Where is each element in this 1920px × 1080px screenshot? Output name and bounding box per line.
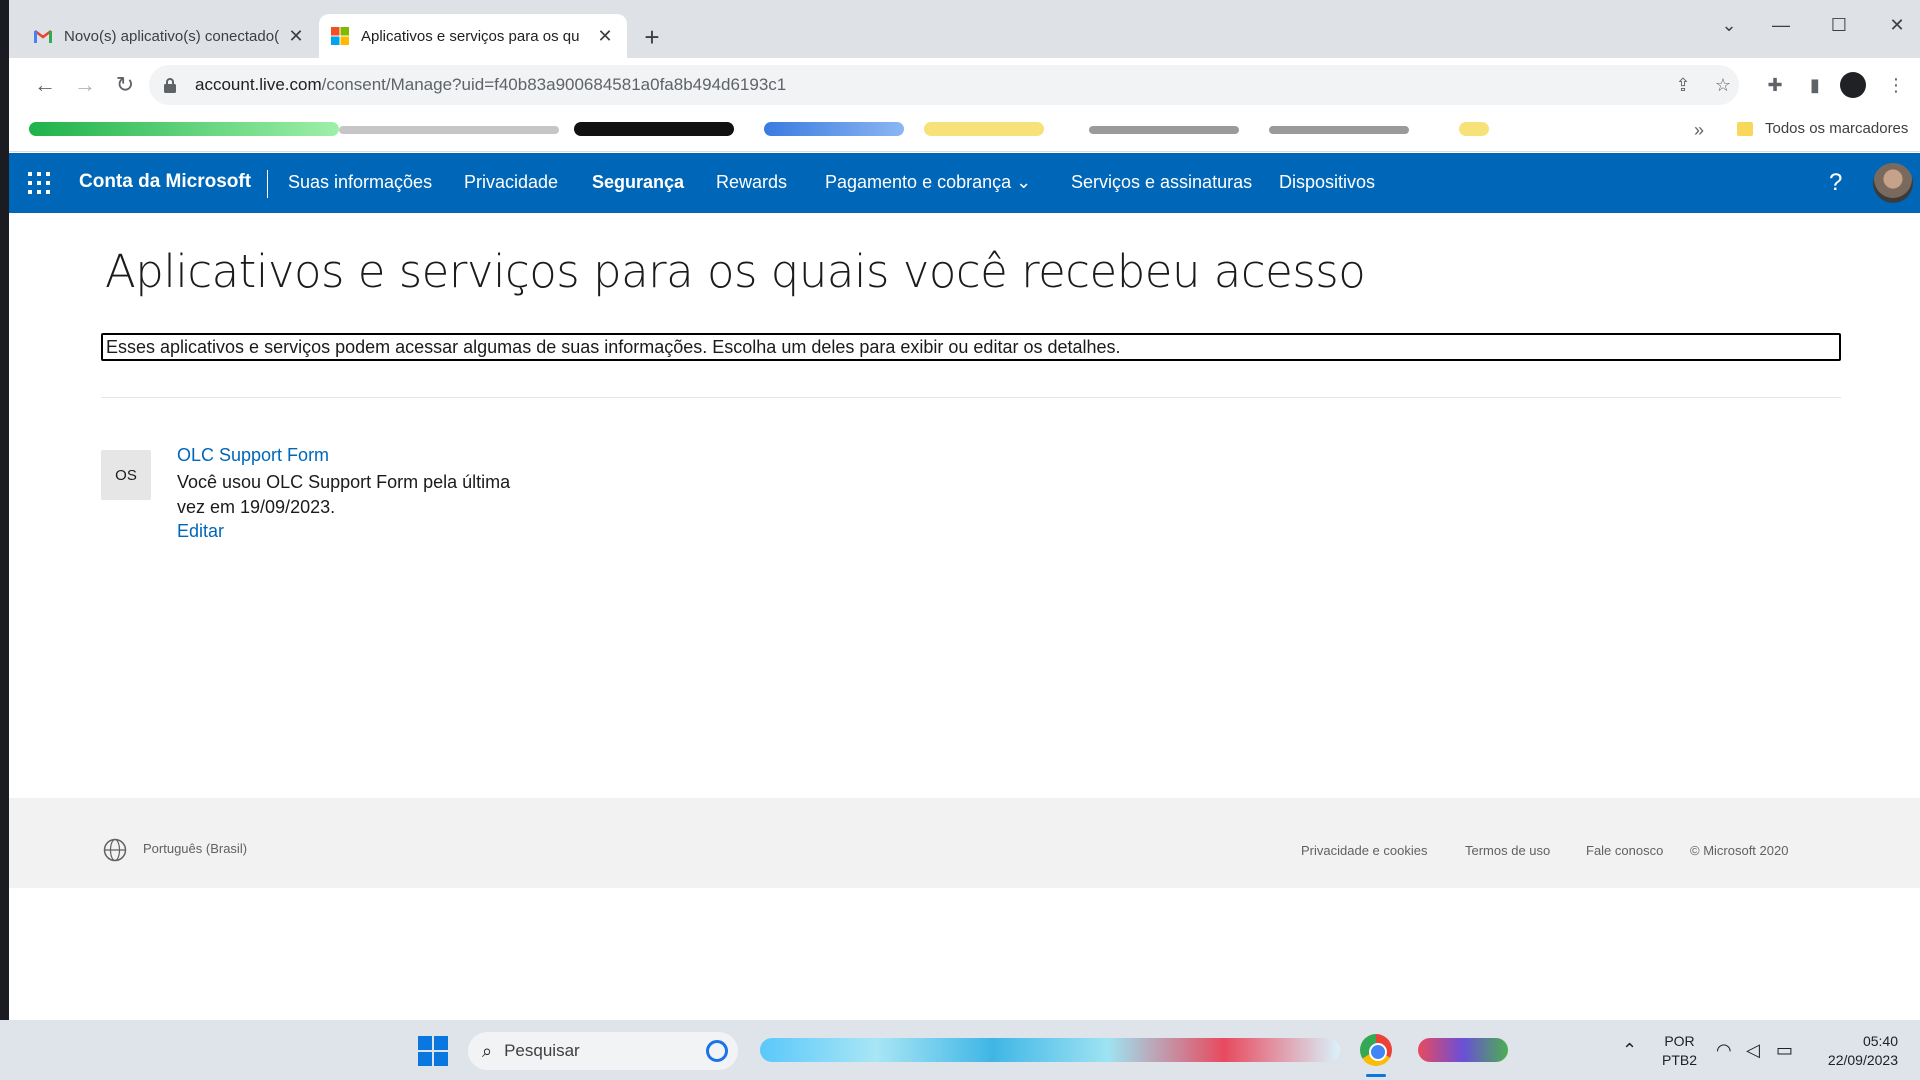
- redacted-taskbar-apps[interactable]: [1418, 1038, 1508, 1062]
- app-initials-tile: OS: [101, 450, 151, 500]
- gmail-icon: [34, 30, 52, 43]
- app-last-used-text: Você usou OLC Support Form pela última v…: [177, 472, 511, 517]
- nav-seguranca[interactable]: Segurança: [592, 172, 684, 193]
- profile-avatar-icon[interactable]: [1840, 72, 1866, 98]
- language-selector[interactable]: Português (Brasil): [143, 841, 247, 856]
- extensions-puzzle-icon[interactable]: ✚: [1762, 72, 1788, 98]
- input-language-indicator[interactable]: POR PTB2: [1662, 1032, 1697, 1070]
- redacted-bookmark[interactable]: [1459, 122, 1489, 136]
- all-bookmarks-label: Todos os marcadores: [1765, 120, 1909, 137]
- microsoft-logo-icon: [331, 27, 349, 45]
- nav-pagamento-label: Pagamento e cobrança: [825, 172, 1012, 192]
- redacted-bookmark[interactable]: [924, 122, 1044, 136]
- tab-title: Novo(s) aplicativo(s) conectado(: [64, 27, 280, 45]
- nav-rewards[interactable]: Rewards: [716, 172, 787, 193]
- footer-copyright: © Microsoft 2020: [1690, 843, 1789, 858]
- app-name-link[interactable]: OLC Support Form: [177, 445, 329, 466]
- tab-gmail[interactable]: Novo(s) aplicativo(s) conectado( ✕: [22, 14, 318, 58]
- lang-bottom: PTB2: [1662, 1052, 1698, 1068]
- redacted-bookmark[interactable]: [339, 126, 559, 134]
- all-bookmarks-folder[interactable]: Todos os marcadores: [1737, 120, 1908, 137]
- nav-dispositivos[interactable]: Dispositivos: [1279, 172, 1375, 193]
- page-title: Aplicativos e serviços para os quais voc…: [105, 245, 1366, 298]
- active-app-indicator: [1366, 1074, 1386, 1077]
- user-avatar[interactable]: [1873, 163, 1913, 203]
- tab-close-icon[interactable]: ✕: [286, 26, 306, 46]
- reload-icon[interactable]: ↻: [110, 70, 140, 100]
- bing-icon[interactable]: [706, 1040, 728, 1062]
- lang-top: POR: [1664, 1033, 1695, 1049]
- url-text: account.live.com/consent/Manage?uid=f40b…: [195, 75, 786, 95]
- tab-search-chevron-icon[interactable]: ⌄: [1707, 8, 1751, 42]
- windows-start-icon[interactable]: [418, 1036, 448, 1066]
- page-description: Esses aplicativos e serviços podem acess…: [101, 333, 1841, 361]
- back-icon[interactable]: ←: [30, 70, 60, 100]
- taskbar-clock[interactable]: 05:40 22/09/2023: [1808, 1032, 1898, 1070]
- tab-close-icon[interactable]: ✕: [595, 26, 615, 46]
- battery-icon[interactable]: ▭: [1776, 1040, 1793, 1061]
- redacted-bookmark[interactable]: [1269, 126, 1409, 134]
- address-bar[interactable]: account.live.com/consent/Manage?uid=f40b…: [149, 65, 1739, 105]
- clock-time: 05:40: [1862, 1033, 1898, 1049]
- volume-icon[interactable]: ◁: [1746, 1040, 1760, 1061]
- menu-kebab-icon[interactable]: ⋮: [1883, 72, 1909, 98]
- bookmarks-bar: » Todos os marcadores: [9, 112, 1920, 152]
- taskbar-search[interactable]: ⌕ Pesquisar: [468, 1032, 738, 1070]
- chrome-taskbar-icon[interactable]: [1360, 1034, 1392, 1066]
- redacted-bookmark[interactable]: [29, 122, 339, 136]
- minimize-icon[interactable]: —: [1759, 8, 1803, 42]
- redacted-bookmark[interactable]: [764, 122, 904, 136]
- app-edit-link[interactable]: Editar: [177, 521, 224, 542]
- close-window-icon[interactable]: ✕: [1875, 8, 1919, 42]
- redacted-bookmark[interactable]: [574, 122, 734, 136]
- wifi-icon[interactable]: ◠: [1716, 1040, 1732, 1061]
- browser-window: Novo(s) aplicativo(s) conectado( ✕ Aplic…: [9, 0, 1920, 1020]
- nav-servicos-assinaturas[interactable]: Serviços e assinaturas: [1071, 172, 1252, 193]
- folder-icon: [1737, 121, 1753, 136]
- help-icon[interactable]: ?: [1829, 169, 1842, 197]
- globe-icon[interactable]: [103, 838, 127, 862]
- side-panel-icon[interactable]: ▮: [1802, 72, 1828, 98]
- clock-date: 22/09/2023: [1827, 1052, 1898, 1068]
- footer-privacy-link[interactable]: Privacidade e cookies: [1301, 843, 1427, 858]
- bookmark-star-icon[interactable]: ☆: [1710, 72, 1736, 98]
- new-tab-button[interactable]: +: [637, 22, 667, 52]
- search-icon: ⌕: [482, 1040, 493, 1061]
- app-launcher-waffle-icon[interactable]: [28, 172, 50, 194]
- main-content: Aplicativos e serviços para os quais voc…: [9, 213, 1920, 798]
- redacted-taskbar-apps[interactable]: [760, 1038, 1340, 1062]
- bookmarks-overflow-icon[interactable]: »: [1694, 120, 1704, 141]
- nav-suas-informacoes[interactable]: Suas informações: [288, 172, 432, 193]
- taskbar-search-placeholder: Pesquisar: [504, 1041, 580, 1060]
- tab-microsoft-account[interactable]: Aplicativos e serviços para os qu ✕: [319, 14, 627, 58]
- tray-overflow-chevron-icon[interactable]: ⌃: [1622, 1040, 1637, 1061]
- lock-icon: [164, 78, 176, 93]
- forward-icon[interactable]: →: [70, 70, 100, 100]
- nav-privacidade[interactable]: Privacidade: [464, 172, 558, 193]
- windows-taskbar: ⌕ Pesquisar ⌃ POR PTB2 ◠ ◁ ▭ 05:40 22/09…: [0, 1020, 1920, 1080]
- browser-toolbar: ← → ↻ account.live.com/consent/Manage?ui…: [9, 58, 1920, 112]
- footer-contact-link[interactable]: Fale conosco: [1586, 843, 1663, 858]
- maximize-icon[interactable]: ☐: [1817, 8, 1861, 42]
- tab-title: Aplicativos e serviços para os qu: [361, 27, 580, 45]
- tab-strip: Novo(s) aplicativo(s) conectado( ✕ Aplic…: [9, 0, 1920, 58]
- url-path: /consent/Manage?uid=f40b83a900684581a0fa…: [321, 75, 787, 94]
- share-icon[interactable]: ⇪: [1670, 72, 1696, 98]
- brand-link[interactable]: Conta da Microsoft: [79, 171, 251, 193]
- divider: [101, 397, 1841, 398]
- header-divider: [267, 170, 268, 198]
- nav-pagamento-dropdown[interactable]: Pagamento e cobrança ⌄: [825, 172, 1031, 193]
- microsoft-account-header: Conta da Microsoft Suas informações Priv…: [9, 153, 1920, 213]
- url-host: account.live.com: [195, 75, 322, 94]
- footer-terms-link[interactable]: Termos de uso: [1465, 843, 1550, 858]
- redacted-bookmark[interactable]: [1089, 126, 1239, 134]
- chevron-down-icon: ⌄: [1016, 172, 1032, 192]
- page-footer: Português (Brasil) Privacidade e cookies…: [9, 798, 1920, 888]
